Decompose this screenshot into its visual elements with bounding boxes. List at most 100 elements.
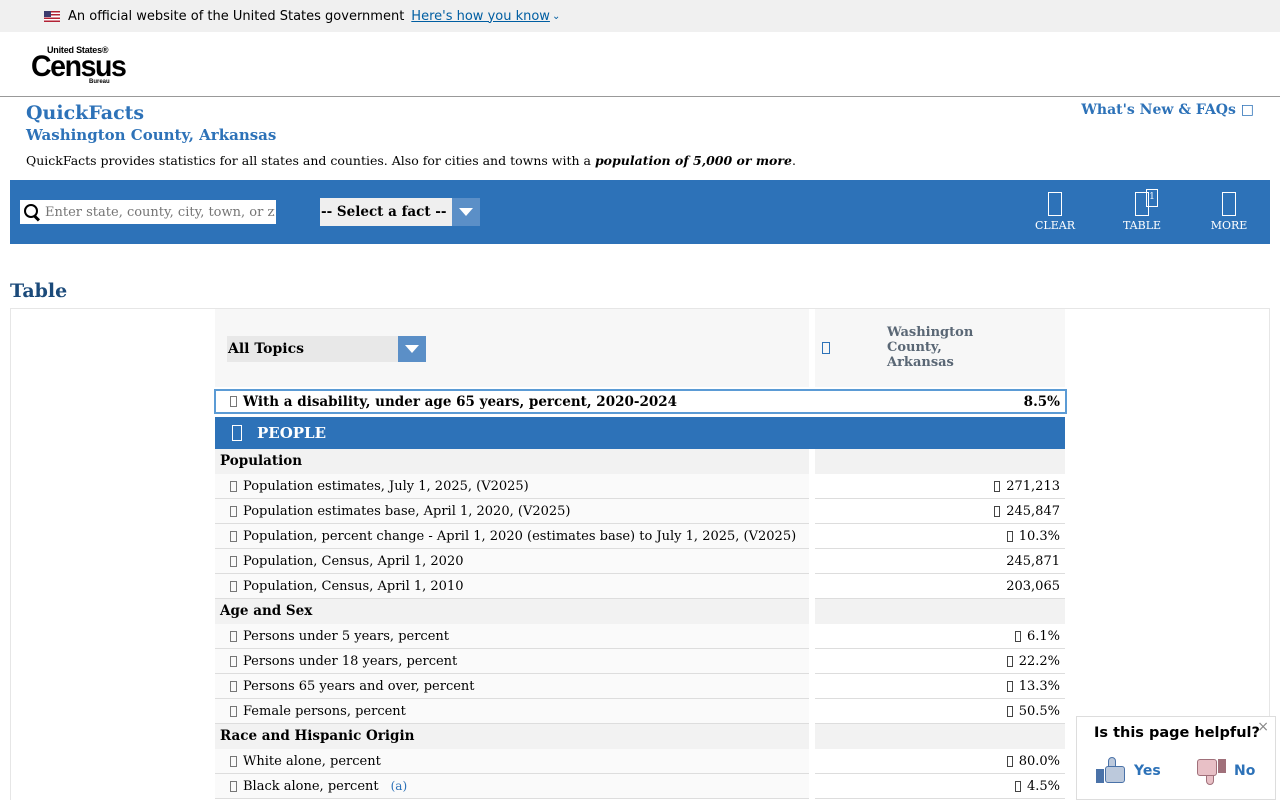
section-title: PEOPLE — [257, 424, 327, 442]
row-label: Persons under 5 years, percent — [243, 628, 449, 644]
group-header: Age and Sex — [215, 599, 1065, 624]
column-info-icon[interactable] — [822, 342, 830, 354]
table-row[interactable]: Persons under 5 years, percent 6.1% — [215, 624, 1065, 649]
selected-fact-value: 8.5% — [1023, 393, 1060, 410]
fact-info-icon[interactable] — [230, 555, 237, 567]
footnote-link[interactable]: (a) — [391, 779, 408, 793]
table-row[interactable]: White alone, percent 80.0% — [215, 749, 1065, 774]
search-box[interactable] — [20, 200, 276, 224]
row-value: 203,065 — [1006, 578, 1060, 594]
row-value: 50.5% — [1018, 703, 1060, 719]
table-row[interactable]: Female persons, percent 50.5% — [215, 699, 1065, 724]
topics-select[interactable]: All Topics — [227, 336, 426, 362]
intro-text: QuickFacts provides statistics for all s… — [26, 153, 796, 168]
table-row[interactable]: Population estimates base, April 1, 2020… — [215, 499, 1065, 524]
us-flag-icon — [44, 10, 60, 22]
row-label: Persons under 18 years, percent — [243, 653, 458, 669]
row-value: 245,871 — [1006, 553, 1060, 569]
value-flag-icon[interactable] — [1006, 530, 1013, 542]
value-flag-icon[interactable] — [1006, 655, 1013, 667]
value-flag-icon[interactable] — [1006, 680, 1013, 692]
row-label: Female persons, percent — [243, 703, 406, 719]
dropdown-arrow-icon[interactable] — [452, 198, 480, 226]
row-label: Population estimates base, April 1, 2020… — [243, 503, 571, 519]
table-heading: Table — [10, 280, 68, 302]
page-subtitle: Washington County, Arkansas — [26, 126, 277, 144]
chevron-down-icon[interactable]: ⌄ — [552, 11, 560, 22]
section-people[interactable]: PEOPLE — [215, 417, 1065, 449]
fact-select[interactable]: -- Select a fact -- — [320, 198, 480, 226]
table-header-geo: Washington County, Arkansas — [815, 309, 1065, 387]
value-flag-icon[interactable] — [1006, 755, 1013, 767]
census-logo[interactable]: United States® Census Bureau — [31, 45, 127, 85]
row-label: Population estimates, July 1, 2025, (V20… — [243, 478, 529, 494]
search-input[interactable] — [45, 204, 275, 220]
fact-info-icon[interactable] — [230, 780, 237, 792]
fact-info-icon[interactable] — [230, 705, 237, 717]
row-label: Population, Census, April 1, 2010 — [243, 578, 464, 594]
value-flag-icon[interactable] — [994, 505, 1001, 517]
feedback-no-button[interactable]: No — [1196, 757, 1255, 785]
row-label: White alone, percent — [243, 753, 381, 769]
value-flag-icon[interactable] — [1006, 705, 1013, 717]
more-button[interactable]: MORE — [1199, 192, 1259, 236]
fact-info-icon[interactable] — [230, 396, 237, 407]
row-value: 6.1% — [1026, 628, 1060, 644]
fact-rows: Population Population estimates, July 1, … — [215, 449, 1065, 799]
gov-banner-text: An official website of the United States… — [68, 8, 405, 24]
close-icon[interactable]: × — [1257, 719, 1269, 735]
row-label: Population, percent change - April 1, 20… — [243, 528, 797, 544]
feedback-question: Is this page helpful? — [1094, 725, 1260, 741]
table-row[interactable]: Population, percent change - April 1, 20… — [215, 524, 1065, 549]
group-title: Age and Sex — [215, 599, 809, 624]
fact-info-icon[interactable] — [230, 680, 237, 692]
table-row[interactable]: Persons 65 years and over, percent 13.3% — [215, 674, 1065, 699]
fact-info-icon[interactable] — [230, 530, 237, 542]
intro-emphasis: population of 5,000 or more — [594, 153, 792, 168]
group-title: Population — [215, 449, 809, 474]
fact-info-icon[interactable] — [230, 630, 237, 642]
row-value: 271,213 — [1006, 478, 1060, 494]
group-header: Race and Hispanic Origin — [215, 724, 1065, 749]
table-header-topics: All Topics — [215, 309, 809, 387]
selected-fact-row[interactable]: With a disability, under age 65 years, p… — [214, 389, 1067, 414]
group-title: Race and Hispanic Origin — [215, 724, 809, 749]
fact-info-icon[interactable] — [230, 505, 237, 517]
whats-new-faqs-link[interactable]: What's New & FAQs □ — [1081, 102, 1254, 118]
gov-banner: An official website of the United States… — [0, 0, 1280, 32]
thumbs-down-icon — [1196, 757, 1226, 785]
table-row[interactable]: Population, Census, April 1, 2020 245,871 — [215, 549, 1065, 574]
dropdown-arrow-icon[interactable] — [398, 336, 426, 362]
value-flag-icon[interactable] — [994, 480, 1001, 492]
table-button[interactable]: 1 TABLE — [1112, 189, 1172, 236]
table-row[interactable]: Persons under 18 years, percent 22.2% — [215, 649, 1065, 674]
value-flag-icon[interactable] — [1014, 630, 1021, 642]
table-count-badge: 1 — [1146, 189, 1158, 207]
geo-column-name: Washington County, Arkansas — [887, 325, 974, 370]
row-label: Black alone, percent — [243, 778, 379, 794]
group-header: Population — [215, 449, 1065, 474]
feedback-yes-button[interactable]: Yes — [1096, 757, 1161, 785]
row-value: 245,847 — [1006, 503, 1060, 519]
toolbar: -- Select a fact -- CLEAR 1 TABLE MORE — [10, 180, 1270, 244]
fact-info-icon[interactable] — [230, 655, 237, 667]
table-row[interactable]: Black alone, percent (a) 4.5% — [215, 774, 1065, 799]
clear-button[interactable]: CLEAR — [1025, 192, 1085, 236]
search-icon — [23, 203, 41, 221]
row-label: Population, Census, April 1, 2020 — [243, 553, 464, 569]
table-row[interactable]: Population, Census, April 1, 2010 203,065 — [215, 574, 1065, 599]
topics-select-value: All Topics — [228, 341, 305, 357]
fact-info-icon[interactable] — [230, 580, 237, 592]
selected-fact-label: With a disability, under age 65 years, p… — [243, 393, 678, 410]
clear-icon — [1048, 192, 1062, 216]
value-flag-icon[interactable] — [1014, 780, 1021, 792]
page-title[interactable]: QuickFacts — [26, 102, 144, 124]
table-row[interactable]: Population estimates, July 1, 2025, (V20… — [215, 474, 1065, 499]
fact-info-icon[interactable] — [230, 755, 237, 767]
feedback-widget: Is this page helpful? × Yes No — [1076, 716, 1276, 800]
heres-how-you-know-link[interactable]: Here's how you know — [411, 9, 550, 24]
site-header: United States® Census Bureau — [0, 32, 1280, 97]
fact-info-icon[interactable] — [230, 480, 237, 492]
fact-select-value: -- Select a fact -- — [321, 204, 447, 220]
people-section-icon — [232, 425, 242, 441]
